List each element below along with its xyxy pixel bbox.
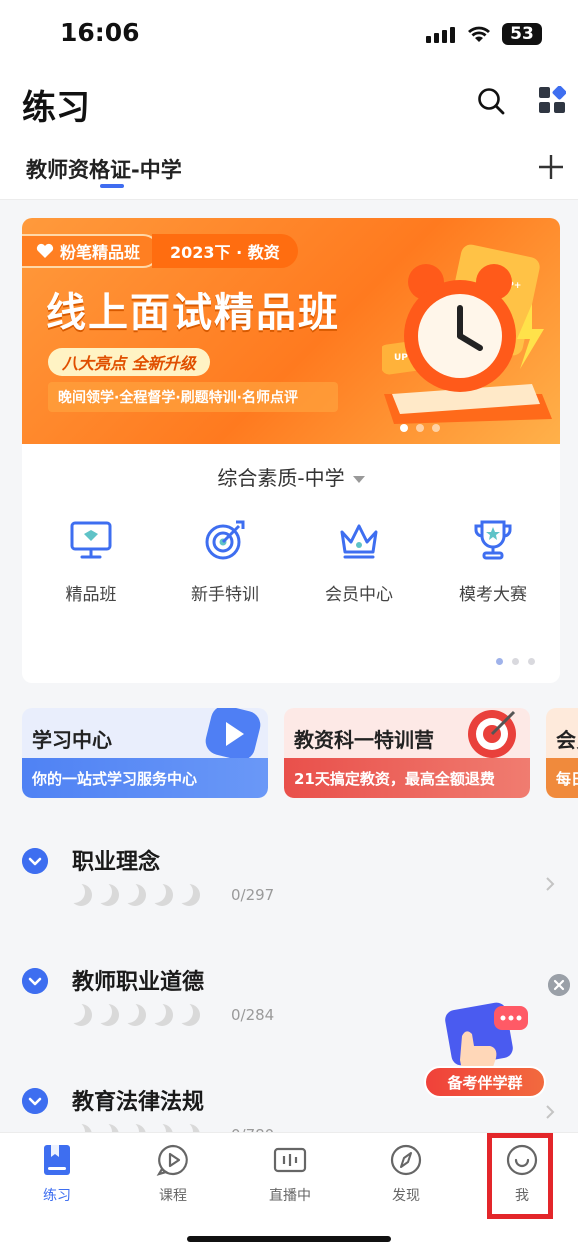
chapter-name: 教师职业道德	[72, 970, 205, 995]
status-bar: 16:06 53	[0, 0, 578, 70]
book-icon	[44, 1145, 70, 1175]
play-bubble-icon	[156, 1144, 188, 1176]
study-group-label: 备考伴学群	[424, 1066, 546, 1098]
promo-title: 教资科一特训营	[294, 728, 434, 752]
shortcut-pager	[496, 658, 535, 665]
banner-pill: 八大亮点 全新升级	[48, 348, 210, 376]
page-header: 练习 教师资格证-中学	[0, 70, 578, 200]
shortcut-mock-exam[interactable]: 模考大赛	[428, 518, 558, 605]
promo-desc: 每日	[546, 758, 578, 798]
shortcut-premium-class[interactable]: 精品班	[26, 518, 156, 605]
study-group-widget[interactable]: 备考伴学群	[424, 1000, 546, 1100]
chevron-right-icon[interactable]	[544, 876, 556, 892]
heart-icon	[36, 243, 54, 258]
progress-moons	[70, 884, 200, 906]
chapter-name: 教育法律法规	[72, 1090, 205, 1115]
tab-label: 发现	[392, 1188, 420, 1204]
shortcut-newbie-training[interactable]: 新手特训	[160, 518, 290, 605]
tab-label: 课程	[159, 1188, 187, 1204]
monitor-icon	[70, 521, 112, 559]
promo-training-camp[interactable]: 教资科一特训营 21天搞定教资，最高全额退费	[284, 708, 530, 798]
chapter-name: 职业理念	[72, 850, 161, 875]
highlight-box	[487, 1133, 553, 1219]
chevron-down-icon[interactable]	[22, 1088, 48, 1114]
banner-brand-label: 粉笔精品班	[60, 243, 141, 262]
signal-icon	[426, 27, 455, 43]
progress-moons	[70, 1004, 200, 1026]
page-title: 练习	[22, 88, 90, 128]
promo-member[interactable]: 会员 每日	[546, 708, 578, 798]
shortcut-label: 模考大赛	[459, 585, 527, 605]
tab-label: 练习	[43, 1188, 71, 1204]
status-time: 16:06	[60, 18, 140, 47]
promo-study-center[interactable]: 学习中心 你的一站式学习服务中心	[22, 708, 268, 798]
wifi-icon	[468, 26, 490, 42]
shortcut-row: 精品班 新手特训 会员中心 模考大赛	[22, 518, 560, 605]
live-icon	[273, 1147, 307, 1173]
banner-tag: 粉笔精品班 2023下 · 教资	[22, 234, 298, 268]
play-icon	[205, 708, 261, 761]
dartboard-icon	[468, 710, 516, 758]
tab-live[interactable]: 直播中	[250, 1143, 330, 1205]
tab-label: 直播中	[269, 1188, 311, 1204]
promo-title: 学习中心	[32, 728, 112, 752]
crown-icon	[340, 524, 378, 559]
chapter-progress: 0/297	[231, 886, 275, 904]
add-exam-icon[interactable]	[536, 152, 566, 182]
promo-banner[interactable]: 粉笔精品班 2023下 · 教资 线上面试精品班 八大亮点 全新升级 晚间领学·…	[22, 218, 560, 444]
tab-discover[interactable]: 发现	[366, 1143, 446, 1205]
promo-desc: 你的一站式学习服务中心	[22, 758, 268, 798]
caret-down-icon	[352, 476, 365, 483]
chapter-progress: 0/284	[231, 1006, 275, 1024]
search-icon[interactable]	[476, 86, 506, 116]
compass-icon	[390, 1144, 422, 1176]
main-card: 粉笔精品班 2023下 · 教资 线上面试精品班 八大亮点 全新升级 晚间领学·…	[22, 218, 560, 683]
battery-level: 53	[510, 24, 534, 44]
home-indicator	[187, 1236, 391, 1242]
chevron-down-icon[interactable]	[22, 968, 48, 994]
shortcut-label: 精品班	[65, 585, 117, 605]
close-icon[interactable]	[548, 974, 570, 996]
shortcut-label: 新手特训	[191, 585, 259, 605]
banner-subtitle: 晚间领学·全程督学·刷题特训·名师点评	[48, 382, 338, 412]
chat-hand-icon	[445, 1002, 528, 1070]
battery-icon: 53	[502, 23, 542, 45]
trophy-icon	[474, 520, 512, 560]
tab-underline	[100, 184, 124, 188]
chevron-down-icon[interactable]	[22, 848, 48, 874]
banner-brand: 粉笔精品班	[22, 234, 161, 268]
apps-grid-icon[interactable]	[538, 86, 566, 114]
banner-pager	[400, 424, 440, 432]
shortcut-member-center[interactable]: 会员中心	[294, 518, 424, 605]
banner-headline: 线上面试精品班	[46, 290, 340, 336]
banner-badge: 2023下 · 教资	[152, 234, 298, 268]
shortcut-label: 会员中心	[325, 585, 393, 605]
tab-courses[interactable]: 课程	[133, 1143, 213, 1205]
tab-exam-type[interactable]: 教师资格证-中学	[26, 154, 182, 184]
subject-label: 综合素质-中学	[217, 466, 345, 490]
subject-selector[interactable]: 综合素质-中学	[22, 462, 560, 491]
tab-practice[interactable]: 练习	[17, 1143, 97, 1205]
promo-title: 会员	[556, 728, 578, 752]
promo-desc: 21天搞定教资，最高全额退费	[284, 758, 530, 798]
chapter-item[interactable]: 职业理念 0/297	[0, 846, 578, 946]
alarm-clock-icon: UP+ UP+	[382, 244, 552, 424]
target-icon	[205, 520, 245, 560]
chevron-right-icon[interactable]	[544, 1104, 556, 1120]
